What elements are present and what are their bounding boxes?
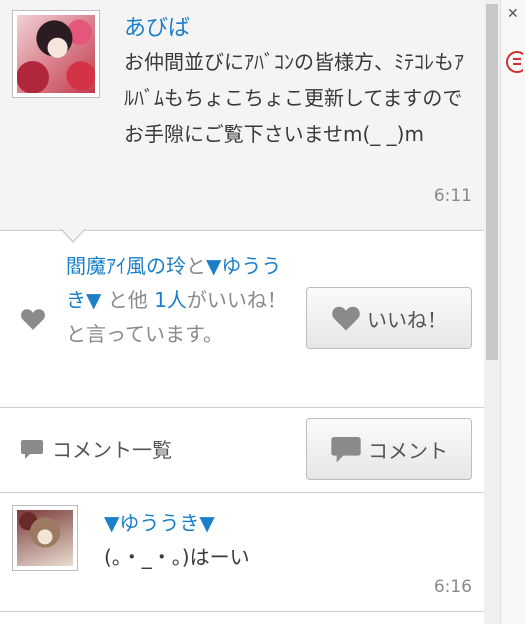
like-button[interactable]: いいね！: [306, 287, 472, 349]
likes-section: 閻魔ｱｲ風の玲と▼ゆううき▼ と他 1人がいいね！と言っています。 いいね！: [0, 231, 484, 408]
post-panel: あびば お仲間並びにｱﾊﾞｺﾝの皆様方、ﾐﾃｺﾚもｱﾙﾊﾞﾑもちょこちょこ更新し…: [0, 0, 485, 624]
heart-icon: [332, 306, 360, 331]
liker-link-1[interactable]: 閻魔ｱｲ風の玲: [66, 254, 186, 278]
comment-button-label: コメント: [368, 438, 448, 463]
author-avatar[interactable]: [12, 10, 100, 98]
like-button-label: いいね！: [367, 307, 447, 332]
close-icon[interactable]: ✕: [507, 6, 519, 22]
likes-summary: 閻魔ｱｲ風の玲と▼ゆううき▼ と他 1人がいいね！と言っています。: [66, 249, 298, 351]
comment-timestamp: 6:16: [433, 577, 472, 597]
scrollbar-thumb[interactable]: [486, 4, 498, 360]
likes-and-others: と他: [101, 288, 155, 312]
comment-text: (。・_・。)はーい: [104, 545, 250, 569]
notification-icon[interactable]: [503, 50, 523, 74]
window-edge: ✕: [500, 0, 525, 624]
post-text: お仲間並びにｱﾊﾞｺﾝの皆様方、ﾐﾃｺﾚもｱﾙﾊﾞﾑもちょこちょこ更新してますの…: [124, 50, 464, 146]
comments-header: コメント一覧 コメント: [0, 408, 484, 493]
commenter-avatar-image: [17, 510, 73, 566]
likes-conjunction: と: [186, 254, 206, 278]
post-author-name[interactable]: あびば: [124, 10, 190, 42]
comment-bubble-icon: [331, 437, 361, 463]
heart-icon: [21, 309, 45, 330]
comment-item: ▼ゆううき▼ (。・_・。)はーい 6:16: [0, 493, 484, 612]
comment-author-name[interactable]: ▼ゆううき▼: [104, 507, 215, 536]
comment-list-link[interactable]: コメント一覧: [20, 434, 172, 463]
post-card: あびば お仲間並びにｱﾊﾞｺﾝの皆様方、ﾐﾃｺﾚもｱﾙﾊﾞﾑもちょこちょこ更新し…: [0, 0, 484, 231]
commenter-avatar[interactable]: [12, 505, 78, 571]
vertical-scrollbar[interactable]: [484, 0, 500, 624]
author-avatar-image: [17, 15, 95, 93]
likes-others-count[interactable]: 1人: [154, 288, 187, 312]
comment-bubble-icon: [21, 439, 43, 459]
post-timestamp: 6:11: [433, 186, 472, 206]
comment-button[interactable]: コメント: [306, 418, 472, 480]
comment-list-label: コメント一覧: [52, 438, 172, 462]
